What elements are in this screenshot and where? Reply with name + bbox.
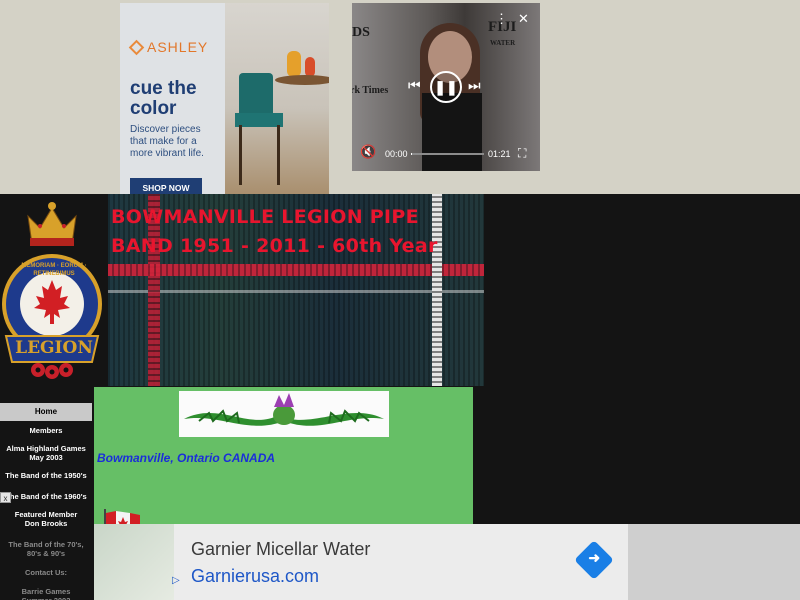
- tartan-stripe: [108, 290, 484, 293]
- nav-item-members[interactable]: Members: [0, 426, 92, 435]
- vase-shape: [305, 57, 315, 77]
- chair-leg-shape: [277, 125, 280, 185]
- arrow-right-icon: ➜: [588, 549, 601, 566]
- video-bg-text: DS: [352, 25, 370, 40]
- ad-url-link[interactable]: Garnierusa.com: [191, 566, 319, 587]
- nav-item-band-1960s[interactable]: The Band of the 1960's: [0, 492, 92, 501]
- video-bg-text: rk Times: [352, 85, 389, 96]
- top-ad-strip: ASHLEY cue the color Discover pieces tha…: [0, 0, 800, 194]
- sidebar-nav: Home Members Alma Highland Games May 200…: [0, 403, 94, 600]
- ad-thumbnail: [94, 524, 174, 600]
- legion-word: LEGION: [15, 338, 93, 358]
- ad-choices-icon[interactable]: ▷: [172, 575, 180, 586]
- page-title: BOWMANVILLE LEGION PIPE BAND 1951 - 2011…: [111, 206, 438, 257]
- close-icon[interactable]: ✕: [518, 11, 529, 27]
- video-ad-player[interactable]: DS rk Times FIJI WATER ⋮ ✕ ⏮ ❚❚ ⏭ 🔇 00:0…: [352, 3, 540, 171]
- location-text: Bowmanville, Ontario CANADA: [97, 451, 276, 465]
- next-icon[interactable]: ⏭: [468, 77, 481, 94]
- ad-panel: [94, 524, 628, 600]
- vase-shape: [287, 51, 301, 77]
- video-progress-fill: [411, 153, 413, 155]
- nav-item-band-70s-80s-90s[interactable]: The Band of the 70's, 80's & 90's: [0, 540, 92, 558]
- ashley-ad[interactable]: ASHLEY cue the color Discover pieces tha…: [120, 3, 329, 194]
- video-bg-text: WATER: [490, 39, 516, 47]
- table-shape: [275, 75, 329, 85]
- ad-body: Discover pieces that make for a more vib…: [130, 124, 204, 159]
- legion-ring-motto: MEMORIAM · EORUM · RETINEBIMUS: [21, 263, 87, 277]
- nav-item-alma-highland-games[interactable]: Alma Highland Games May 2003: [0, 444, 92, 462]
- time-duration: 01:21: [488, 149, 511, 159]
- ashley-brand-name: ASHLEY: [147, 39, 209, 55]
- shop-now-button[interactable]: SHOP NOW: [130, 178, 202, 194]
- time-elapsed: 00:00: [385, 149, 408, 159]
- chair-shape: [239, 73, 273, 117]
- video-person-dress: [422, 93, 482, 171]
- nav-item-barrie-games[interactable]: Barrie Games Summer 2002: [0, 587, 92, 600]
- ashley-brand: ASHLEY: [128, 39, 209, 55]
- nav-item-home[interactable]: Home: [0, 403, 92, 421]
- fullscreen-icon[interactable]: ⛶: [518, 146, 526, 161]
- pause-button[interactable]: ❚❚: [430, 71, 462, 103]
- nav-item-featured-member[interactable]: Featured Member Don Brooks: [0, 510, 92, 528]
- mute-icon[interactable]: 🔇: [360, 144, 376, 160]
- nav-item-band-1950s[interactable]: The Band of the 1950's: [0, 471, 92, 480]
- tartan-stripe: [108, 264, 484, 276]
- ad-headline: cue the color: [130, 78, 197, 119]
- more-options-icon[interactable]: ⋮: [495, 11, 508, 27]
- ad-title: Garnier Micellar Water: [191, 539, 371, 559]
- garnier-ad[interactable]: ▷ Garnier Micellar Water Garnierusa.com …: [94, 524, 800, 600]
- tartan-banner: BOWMANVILLE LEGION PIPE BAND 1951 - 2011…: [108, 194, 484, 386]
- close-icon[interactable]: x: [0, 492, 11, 503]
- chair-leg-shape: [239, 125, 242, 185]
- nav-item-contact-us[interactable]: Contact Us:: [0, 568, 92, 577]
- legion-logo[interactable]: LEGION MEMORIAM · EORUM · RETINEBIMUS: [0, 194, 108, 386]
- previous-icon[interactable]: ⏮: [408, 77, 421, 94]
- ashley-logo-icon: [128, 39, 145, 55]
- chair-seat-shape: [235, 113, 283, 127]
- thistle-image: [179, 391, 389, 437]
- thistle-icon: [184, 393, 384, 426]
- ad-furniture-photo: [225, 3, 329, 194]
- video-progress-bar[interactable]: [411, 153, 484, 155]
